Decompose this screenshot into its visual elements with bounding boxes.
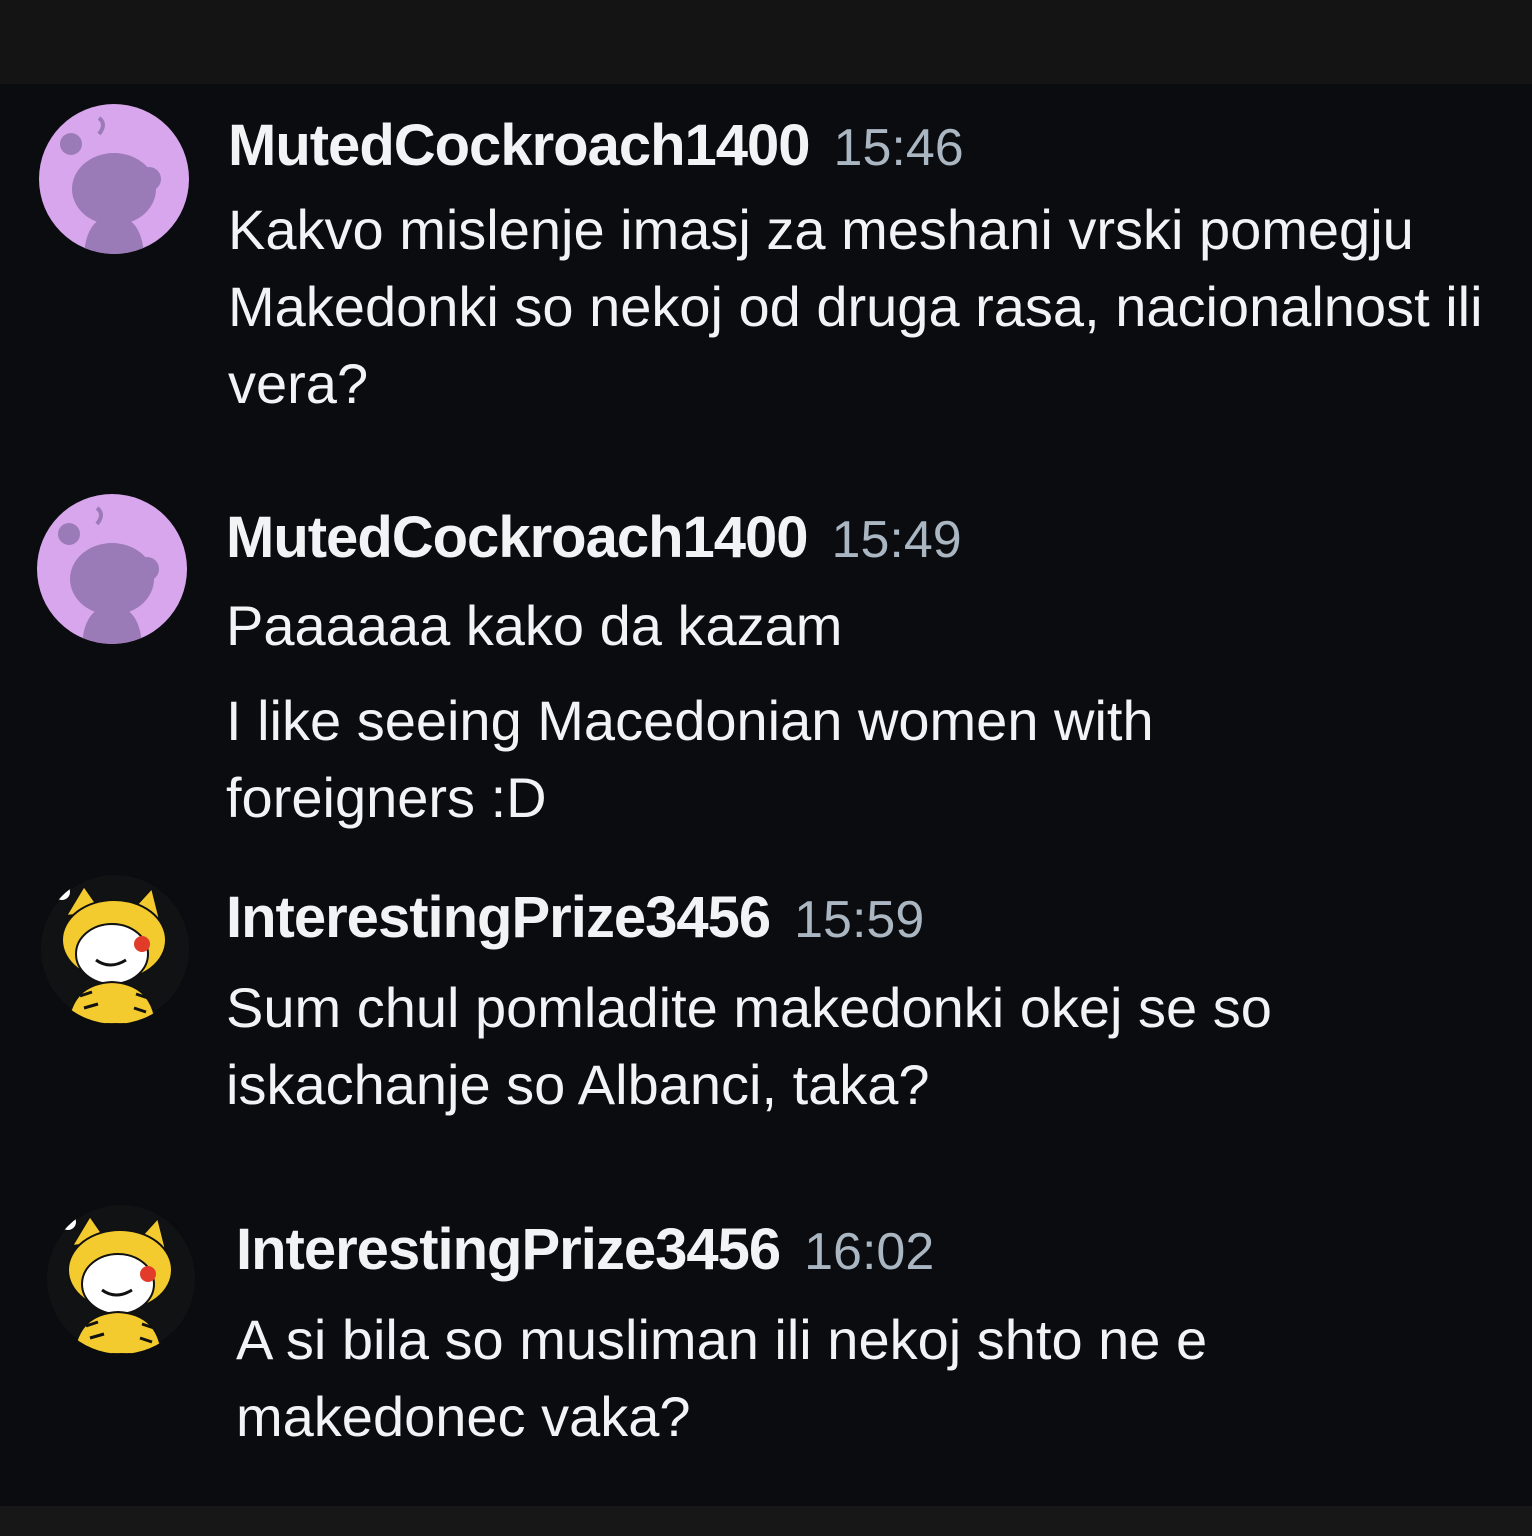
username[interactable]: InterestingPrize3456 <box>226 884 771 951</box>
timestamp: 15:49 <box>831 511 962 569</box>
user-avatar[interactable] <box>39 104 189 254</box>
chat-message: InterestingPrize3456 15:59 Sum chul poml… <box>0 874 1532 1174</box>
message-text: Sum chul pomladite makedonki okej se so … <box>226 976 1272 1116</box>
snoo-purple-avatar-icon <box>37 494 187 644</box>
timestamp: 16:02 <box>804 1223 935 1281</box>
snoo-tiger-avatar-icon <box>40 874 190 1024</box>
username[interactable]: InterestingPrize3456 <box>236 1216 781 1283</box>
timestamp: 15:46 <box>833 119 964 177</box>
message-body: InterestingPrize3456 16:02 A si bila so … <box>236 1216 1512 1455</box>
username[interactable]: MutedCockroach1400 <box>228 112 811 179</box>
snoo-purple-avatar-icon <box>39 104 189 254</box>
message-text: I like seeing Macedonian women with fore… <box>226 689 1154 829</box>
chat-thread[interactable]: MutedCockroach1400 15:46 Kakvo mislenje … <box>0 84 1532 1506</box>
message-header: InterestingPrize3456 15:59 <box>226 884 1512 951</box>
message-body: MutedCockroach1400 15:49 Paaaaaa kako da… <box>226 504 1512 836</box>
top-status-bar <box>0 0 1532 84</box>
user-avatar[interactable] <box>40 874 190 1024</box>
message-text: Paaaaaa kako da kazam <box>226 594 843 657</box>
chat-message: InterestingPrize3456 16:02 A si bila so … <box>0 1204 1532 1504</box>
username[interactable]: MutedCockroach1400 <box>226 504 809 571</box>
message-text: Kakvo mislenje imasj za meshani vrski po… <box>228 198 1483 415</box>
message-body: MutedCockroach1400 15:46 Kakvo mislenje … <box>228 112 1512 422</box>
message-header: InterestingPrize3456 16:02 <box>236 1216 1512 1283</box>
timestamp: 15:59 <box>794 891 925 949</box>
chat-message: MutedCockroach1400 15:49 Paaaaaa kako da… <box>0 494 1532 854</box>
bottom-edge-bar <box>0 1506 1532 1536</box>
message-text: A si bila so musliman ili nekoj shto ne … <box>236 1308 1208 1448</box>
user-avatar[interactable] <box>46 1204 196 1354</box>
message-header: MutedCockroach1400 15:46 <box>228 112 1512 179</box>
message-body: InterestingPrize3456 15:59 Sum chul poml… <box>226 884 1512 1123</box>
message-header: MutedCockroach1400 15:49 <box>226 504 1512 571</box>
user-avatar[interactable] <box>37 494 187 644</box>
chat-message: MutedCockroach1400 15:46 Kakvo mislenje … <box>0 104 1532 484</box>
snoo-tiger-avatar-icon <box>46 1204 196 1354</box>
